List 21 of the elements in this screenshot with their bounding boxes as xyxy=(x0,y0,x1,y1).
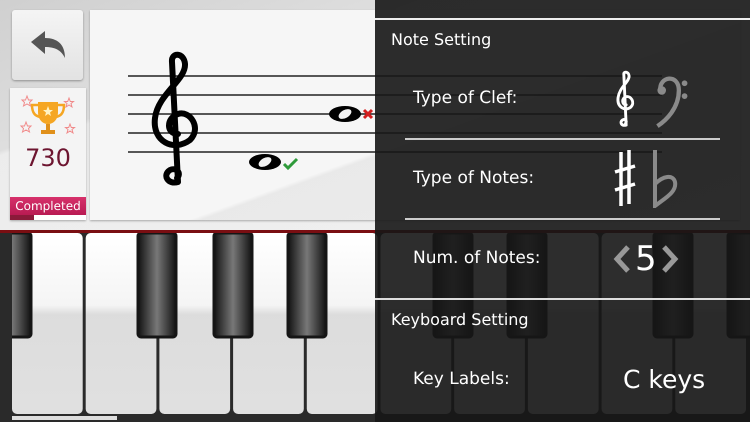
completed-label: Completed xyxy=(10,197,86,215)
chevron-right-icon xyxy=(660,244,679,274)
setting-label: Num. of Notes: xyxy=(413,247,542,270)
key-labels-value[interactable]: C keys xyxy=(623,361,706,399)
increase-button[interactable] xyxy=(660,244,679,274)
setting-label: Key Labels: xyxy=(413,368,511,392)
section-title: Note Setting xyxy=(391,29,492,51)
score-value: 730 xyxy=(25,144,71,172)
setting-label: Type of Clef: xyxy=(413,87,518,110)
stepper-value: 5 xyxy=(635,239,657,279)
flat-icon[interactable] xyxy=(651,150,679,208)
decrease-button[interactable] xyxy=(613,244,631,274)
treble-clef-icon xyxy=(152,52,198,186)
whole-note xyxy=(329,106,361,122)
back-button[interactable] xyxy=(12,10,83,80)
section-title: Keyboard Setting xyxy=(391,309,529,331)
back-arrow-icon xyxy=(28,30,66,60)
whole-note xyxy=(249,154,281,170)
chevron-left-icon xyxy=(613,244,631,274)
setting-label: Type of Notes: xyxy=(413,167,536,190)
sharp-icon[interactable] xyxy=(613,150,637,208)
